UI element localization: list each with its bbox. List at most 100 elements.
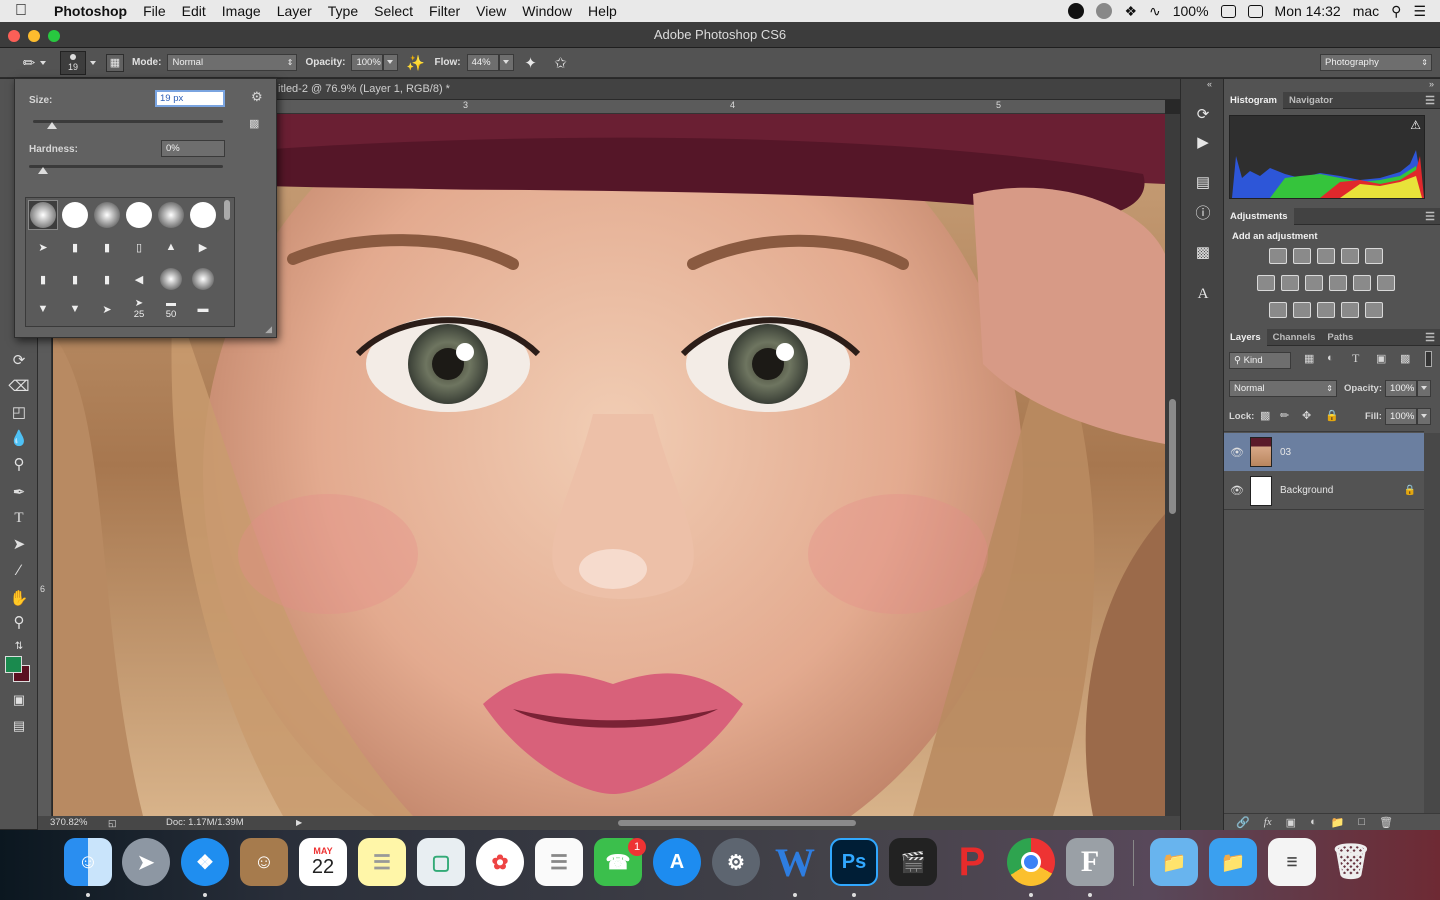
opacity-slider-dropdown[interactable]	[383, 54, 399, 71]
document-stack-icon[interactable]: ☰	[1268, 838, 1316, 886]
fill-dropdown[interactable]	[1417, 408, 1431, 425]
battery-icon[interactable]	[1220, 4, 1236, 18]
layer-name[interactable]: Background	[1280, 485, 1333, 496]
brush-preset-tip[interactable]: ▬	[188, 294, 218, 324]
photo-filter-icon[interactable]	[1329, 275, 1347, 291]
photos-icon[interactable]: ✿	[476, 838, 524, 886]
app-store-icon[interactable]: A	[653, 838, 701, 886]
dodge-tool-icon[interactable]: ⚲	[6, 453, 32, 475]
brush-preset-tip[interactable]: ▶	[188, 232, 218, 262]
lock-transparent-icon[interactable]: ▩	[1260, 409, 1270, 422]
menu-type[interactable]: Type	[320, 3, 366, 19]
collapse-panels-icon[interactable]: »	[1429, 79, 1434, 89]
tab-navigator[interactable]: Navigator	[1283, 95, 1339, 106]
color-balance-icon[interactable]	[1281, 275, 1299, 291]
resize-grip-icon[interactable]: ◢	[265, 324, 272, 335]
menu-image[interactable]: Image	[214, 3, 269, 19]
black-white-icon[interactable]	[1305, 275, 1323, 291]
channel-mixer-icon[interactable]	[1353, 275, 1371, 291]
minimize-window-button[interactable]	[28, 30, 40, 42]
menu-file[interactable]: File	[135, 3, 174, 19]
brush-preset-hard-round[interactable]	[124, 200, 154, 230]
hardness-slider-thumb[interactable]	[38, 167, 48, 174]
brush-panel-icon[interactable]: ▤	[1192, 171, 1214, 193]
apple-menu-icon[interactable]: 	[0, 2, 42, 20]
m-status-icon[interactable]	[1068, 3, 1085, 19]
final-cut-icon[interactable]: 🎬	[889, 838, 937, 886]
foreground-color-swatch[interactable]	[5, 656, 22, 673]
filter-shape-icon[interactable]: ▣	[1376, 352, 1386, 365]
brush-preset-tip[interactable]: ▮	[92, 232, 122, 262]
menu-window[interactable]: Window	[514, 3, 580, 19]
spotlight-search-icon[interactable]: ⚲	[1391, 3, 1401, 20]
layer-row-selected[interactable]: 👁 03	[1224, 433, 1424, 471]
brush-preset-numbered[interactable]: ▬ 50	[156, 294, 186, 324]
brush-preset-tip[interactable]: ▲	[156, 232, 186, 262]
creative-cloud-icon[interactable]	[1096, 3, 1113, 19]
menu-help[interactable]: Help	[580, 3, 625, 19]
tab-layers[interactable]: Layers	[1224, 328, 1267, 346]
close-window-button[interactable]	[8, 30, 20, 42]
pressure-size-icon[interactable]: ✩	[550, 53, 572, 73]
tab-paths[interactable]: Paths	[1321, 332, 1359, 343]
fill-field[interactable]: 100%	[1385, 408, 1417, 425]
add-mask-icon[interactable]: ▣	[1286, 816, 1296, 829]
color-lookup-icon[interactable]	[1377, 275, 1395, 291]
delete-layer-icon[interactable]: 🗑	[1379, 816, 1393, 829]
trash-icon[interactable]: 🗑	[1327, 838, 1375, 886]
filter-smart-object-icon[interactable]: ▩	[1400, 352, 1410, 365]
tab-histogram[interactable]: Histogram	[1224, 91, 1283, 109]
mode-select[interactable]: Normal ⇕	[167, 54, 298, 71]
brush-preset-hard-round[interactable]	[188, 200, 218, 230]
selective-color-icon[interactable]	[1341, 302, 1359, 318]
blend-mode-select[interactable]: Normal ⇕	[1229, 380, 1337, 397]
zoom-window-button[interactable]	[48, 30, 60, 42]
font-book-icon[interactable]: F	[1066, 838, 1114, 886]
brush-preset-hard-round[interactable]	[60, 200, 90, 230]
vertical-scroll-thumb[interactable]	[1169, 399, 1176, 514]
invert-icon[interactable]	[1269, 302, 1287, 318]
notes-icon[interactable]: ☰	[358, 838, 406, 886]
bluetooth-icon[interactable]: ❖	[1124, 3, 1137, 20]
flow-slider-dropdown[interactable]	[498, 54, 514, 71]
menu-select[interactable]: Select	[366, 3, 421, 19]
actions-panel-icon[interactable]: ▶	[1192, 131, 1214, 153]
history-panel-icon[interactable]: ⟳	[1192, 103, 1214, 125]
brush-preset-tip[interactable]: ▼	[60, 294, 90, 324]
brush-preset-tip[interactable]: ▯	[124, 232, 154, 262]
status-menu-arrow-icon[interactable]: ▶	[296, 816, 302, 830]
brush-preset-soft-round[interactable]	[156, 200, 186, 230]
lock-all-icon[interactable]: 🔒	[1325, 409, 1339, 422]
size-slider-thumb[interactable]	[47, 122, 57, 129]
layer-style-icon[interactable]: fx	[1264, 816, 1272, 828]
photoshop-icon[interactable]: Ps	[830, 838, 878, 886]
quick-mask-icon[interactable]: ▣	[6, 689, 32, 711]
chrome-icon[interactable]	[1007, 838, 1055, 886]
layers-panel-menu-icon[interactable]: ☰	[1425, 331, 1435, 344]
finder-icon[interactable]: ☺	[64, 838, 112, 886]
tab-adjustments[interactable]: Adjustments	[1224, 207, 1294, 225]
opacity-field[interactable]: 100%	[351, 54, 384, 71]
info-panel-icon[interactable]: ⓘ	[1192, 201, 1214, 223]
calendar-icon[interactable]: MAY 22	[299, 838, 347, 886]
size-input[interactable]: 19 px	[155, 90, 225, 107]
new-layer-icon[interactable]: □	[1358, 816, 1365, 828]
curves-icon[interactable]	[1317, 248, 1335, 264]
tool-preset-dropdown-icon[interactable]	[40, 60, 46, 65]
layers-scrollbar[interactable]	[1424, 433, 1440, 813]
cache-warning-icon[interactable]: ⚠	[1410, 118, 1421, 132]
pen-tool-icon[interactable]: ✒	[6, 481, 32, 503]
brightness-contrast-icon[interactable]	[1269, 248, 1287, 264]
brush-preset-tip[interactable]: ▮	[92, 264, 122, 294]
filter-pixel-icon[interactable]: ▦	[1304, 352, 1314, 365]
layer-visibility-eye-icon[interactable]: 👁	[1224, 484, 1250, 497]
menu-edit[interactable]: Edit	[174, 3, 214, 19]
folder-icon[interactable]: 📁	[1150, 838, 1198, 886]
hardness-slider[interactable]	[29, 165, 223, 174]
blur-tool-icon[interactable]: 💧	[6, 427, 32, 449]
vibrance-icon[interactable]	[1365, 248, 1383, 264]
tab-channels[interactable]: Channels	[1267, 332, 1322, 343]
calendar-status-icon[interactable]	[1247, 4, 1263, 18]
airbrush-icon[interactable]: ✦	[520, 53, 542, 73]
line-tool-icon[interactable]: ∕	[6, 559, 32, 581]
